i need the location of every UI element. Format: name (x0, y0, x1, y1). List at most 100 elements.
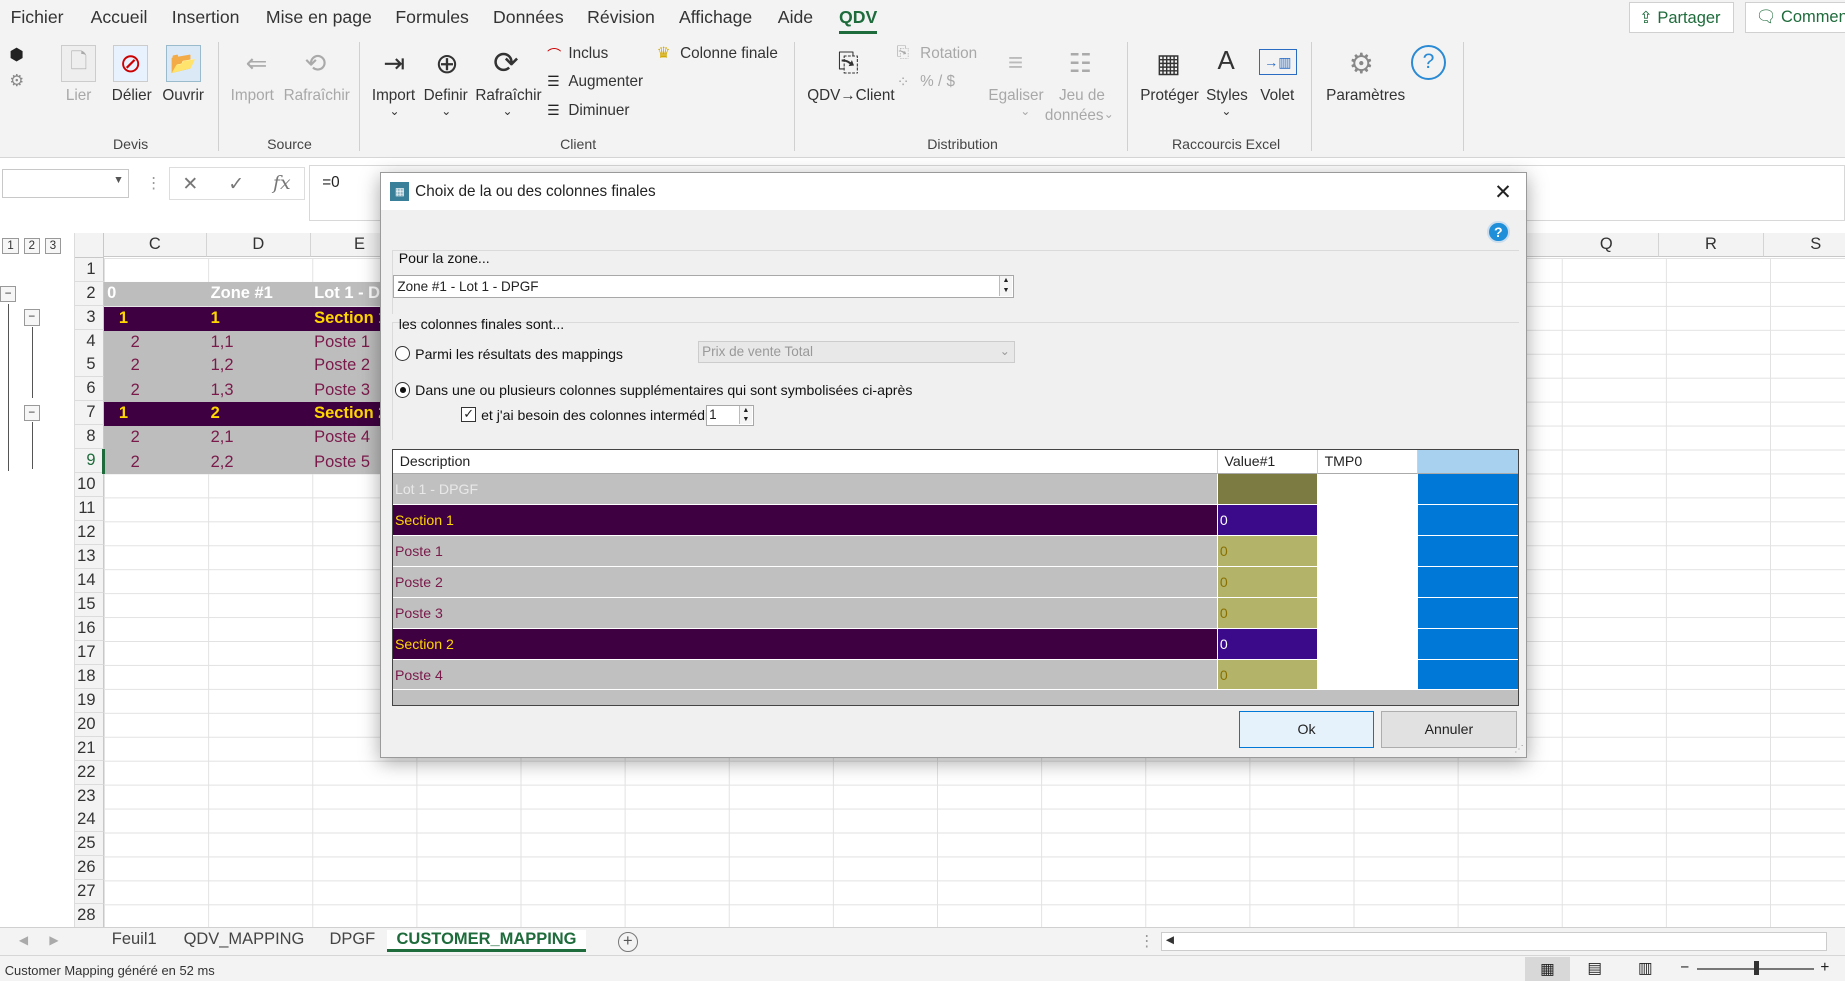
table-header-value1[interactable]: Value#1 (1217, 450, 1318, 474)
intermediate-columns-checkbox[interactable]: ✓ (461, 406, 477, 423)
collapse-group-button[interactable]: − (0, 285, 17, 303)
table-cell-value1[interactable]: 0 (1217, 535, 1318, 567)
table-cell-description[interactable]: Poste 2 (392, 566, 1218, 598)
cell-c8[interactable]: 2 (127, 426, 140, 450)
column-header-d[interactable]: D (207, 232, 311, 257)
table-cell-value1[interactable]: 0 (1217, 628, 1318, 660)
import-client-button[interactable]: Import (372, 87, 415, 105)
normal-view-icon[interactable]: ▦ (1525, 956, 1570, 981)
table-cell-description[interactable]: Poste 3 (392, 597, 1218, 629)
mapping-results-select[interactable]: Prix de vente Total ⌄ (697, 341, 1016, 364)
cell-c6[interactable]: 2 (127, 379, 140, 403)
scroll-left-icon[interactable]: ◀ (19, 933, 28, 947)
volet-button[interactable]: Volet (1260, 87, 1294, 105)
table-cell-extra[interactable] (1417, 566, 1518, 598)
table-cell-value1[interactable] (1217, 473, 1318, 505)
add-sheet-icon[interactable]: + (617, 931, 638, 952)
cell-d7[interactable]: 2 (207, 402, 220, 426)
table-cell-description[interactable]: Section 1 (392, 504, 1218, 536)
table-header-tmp0[interactable]: TMP0 (1317, 450, 1418, 474)
cube-icon[interactable]: ⬢ (9, 45, 23, 65)
table-cell-tmp0[interactable] (1317, 659, 1418, 691)
row-header[interactable]: 10 (75, 473, 104, 498)
cell-d2[interactable]: Zone #1 (207, 282, 273, 306)
table-cell-description[interactable]: Poste 1 (392, 535, 1218, 567)
cell-e3[interactable]: Section 1 (311, 307, 380, 331)
resize-grip-icon[interactable]: ⋰ (1514, 743, 1523, 755)
table-cell-extra[interactable] (1417, 504, 1518, 536)
egaliser-button[interactable]: Egaliser (988, 87, 1043, 105)
sheet-tab-customer-mapping[interactable]: CUSTOMER_MAPPING (387, 929, 586, 952)
table-cell-value1[interactable]: 0 (1217, 504, 1318, 536)
percent-button[interactable]: % / $ (920, 73, 955, 91)
rafraichir-source-button[interactable]: Rafraîchir (284, 87, 350, 105)
cell-c9[interactable]: 2 (127, 451, 140, 475)
cell-d3[interactable]: 1 (207, 307, 220, 331)
row-header[interactable]: 27 (75, 880, 104, 905)
ouvrir-button[interactable]: Ouvrir (162, 87, 204, 105)
outline-level-2[interactable]: 2 (23, 237, 40, 255)
row-header[interactable]: 19 (75, 688, 104, 713)
inclus-button[interactable]: Inclus (568, 45, 608, 63)
row-header[interactable]: 5 (75, 353, 104, 378)
tab-fichier[interactable]: Fichier (11, 7, 64, 28)
row-header[interactable]: 3 (75, 305, 104, 330)
zoom-out-icon[interactable]: − (1680, 959, 1689, 977)
cell-e7[interactable]: Section 2 (311, 402, 380, 426)
table-cell-description[interactable]: Poste 4 (392, 659, 1218, 691)
table-cell-extra[interactable] (1417, 659, 1518, 691)
row-header[interactable]: 26 (75, 856, 104, 881)
sheet-tab-feuil1[interactable]: Feuil1 (112, 930, 157, 949)
tab-mise-en-page[interactable]: Mise en page (266, 7, 372, 28)
table-cell-value1[interactable]: 0 (1217, 659, 1318, 691)
collapse-group-button[interactable]: − (23, 404, 40, 422)
cell-e5[interactable]: Poste 2 (311, 354, 370, 378)
tab-aide[interactable]: Aide (778, 7, 813, 28)
table-header-extra[interactable] (1417, 450, 1518, 474)
cell-c3[interactable]: 1 (115, 307, 128, 331)
row-header[interactable]: 6 (75, 377, 104, 402)
row-header[interactable]: 18 (75, 664, 104, 689)
cell-d9[interactable]: 2,2 (207, 451, 234, 475)
tools-icon[interactable]: ⚙ (9, 71, 24, 91)
tab-insertion[interactable]: Insertion (172, 7, 240, 28)
row-header[interactable]: 15 (75, 592, 104, 617)
table-cell-extra[interactable] (1417, 597, 1518, 629)
cancel-button[interactable]: Annuler (1381, 710, 1517, 749)
zoom-in-icon[interactable]: + (1820, 959, 1829, 977)
tab-affichage[interactable]: Affichage (679, 7, 752, 28)
cell-e4[interactable]: Poste 1 (311, 331, 370, 355)
row-header[interactable]: 13 (75, 545, 104, 570)
table-cell-tmp0[interactable] (1317, 566, 1418, 598)
cell-d6[interactable]: 1,3 (207, 379, 234, 403)
lier-button[interactable]: Lier (66, 87, 91, 105)
table-cell-description[interactable]: Lot 1 - DPGF (392, 473, 1218, 505)
cell-c4[interactable]: 2 (127, 331, 140, 355)
table-header-description[interactable]: Description (392, 450, 1218, 474)
spin-icon[interactable]: ▲ ▼ (999, 276, 1012, 297)
page-layout-icon[interactable]: ▤ (1587, 959, 1601, 978)
table-cell-tmp0[interactable] (1317, 628, 1418, 660)
cell-e2[interactable]: Lot 1 - Dl (311, 282, 380, 306)
cell-c5[interactable]: 2 (127, 354, 140, 378)
qdv-client-button[interactable]: QDV→Client (807, 87, 894, 105)
share-button[interactable]: ⇪ Partager (1628, 2, 1735, 33)
row-header[interactable]: 16 (75, 616, 104, 641)
sheet-tab-qdv-mapping[interactable]: QDV_MAPPING (184, 930, 305, 949)
table-cell-tmp0[interactable] (1317, 504, 1418, 536)
styles-button[interactable]: Styles (1206, 87, 1248, 105)
help-icon[interactable]: ? (1487, 221, 1510, 244)
table-cell-extra[interactable] (1417, 535, 1518, 567)
table-cell-extra[interactable] (1417, 628, 1518, 660)
horizontal-scrollbar[interactable]: ◀ (1161, 931, 1828, 951)
rafraichir-client-button[interactable]: Rafraîchir (475, 87, 541, 105)
table-cell-tmp0[interactable] (1317, 535, 1418, 567)
close-icon[interactable]: ✕ (1494, 179, 1512, 205)
tab-qdv[interactable]: QDV (839, 7, 877, 28)
import-source-button[interactable]: Import (231, 87, 274, 105)
proteger-button[interactable]: Protéger (1140, 87, 1199, 105)
cell-d8[interactable]: 2,1 (207, 426, 234, 450)
column-header-q[interactable]: Q (1554, 232, 1660, 257)
column-header-hidden[interactable] (1527, 232, 1556, 257)
page-break-icon[interactable]: ▥ (1638, 959, 1652, 978)
